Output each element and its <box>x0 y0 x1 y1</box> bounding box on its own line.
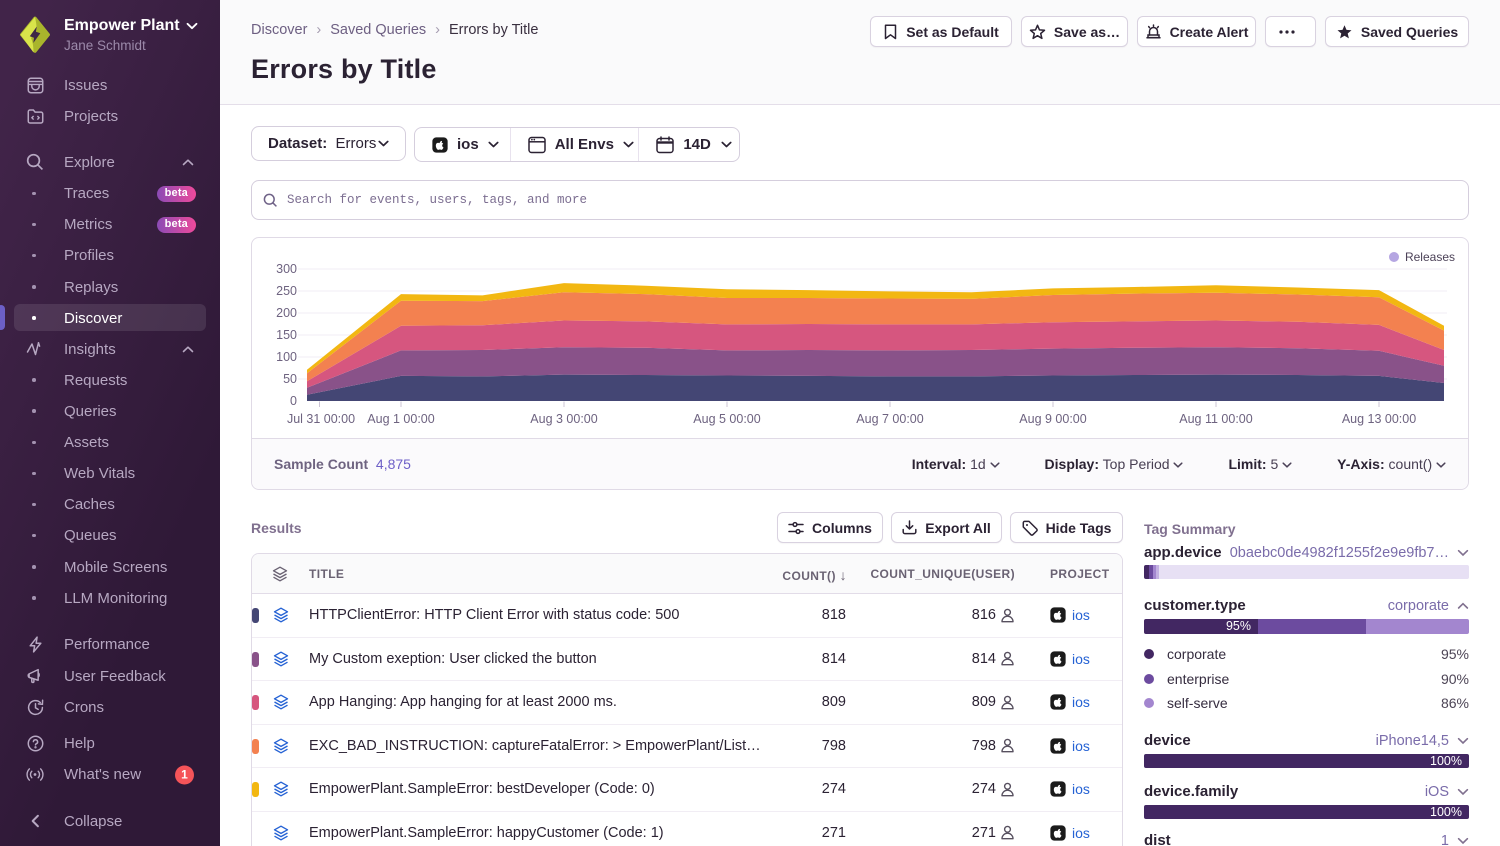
svg-text:Aug 11 00:00: Aug 11 00:00 <box>1179 412 1252 426</box>
svg-text:Aug 5 00:00: Aug 5 00:00 <box>693 412 760 426</box>
svg-text:200: 200 <box>276 306 297 320</box>
svg-text:300: 300 <box>276 262 297 276</box>
svg-text:Jul 31 00:00: Jul 31 00:00 <box>287 412 355 426</box>
svg-text:Aug 9 00:00: Aug 9 00:00 <box>1019 412 1086 426</box>
svg-text:150: 150 <box>276 328 297 342</box>
svg-text:Aug 13 00:00: Aug 13 00:00 <box>1342 412 1416 426</box>
svg-text:100: 100 <box>276 350 297 364</box>
svg-text:Aug 7 00:00: Aug 7 00:00 <box>856 412 923 426</box>
svg-text:Aug 3 00:00: Aug 3 00:00 <box>530 412 597 426</box>
svg-text:0: 0 <box>290 394 297 408</box>
svg-text:250: 250 <box>276 284 297 298</box>
svg-text:Aug 1 00:00: Aug 1 00:00 <box>367 412 434 426</box>
svg-text:50: 50 <box>283 372 297 386</box>
